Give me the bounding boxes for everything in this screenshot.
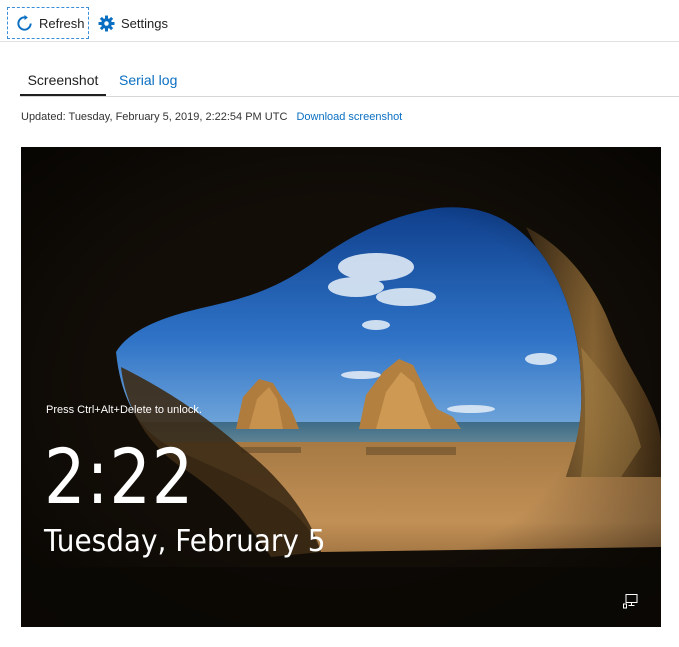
refresh-button[interactable]: Refresh [7,7,89,39]
tab-screenshot[interactable]: Screenshot [20,72,106,96]
tab-bar: Screenshot Serial log [20,66,679,97]
download-screenshot-link[interactable]: Download screenshot [296,111,402,123]
network-icon [623,593,639,609]
toolbar: Refresh Settings [0,4,679,42]
unlock-prompt: Press Ctrl+Alt+Delete to unlock. [46,404,202,416]
lock-date: Tuesday, February 5 [44,524,326,559]
updated-line: Updated: Tuesday, February 5, 2019, 2:22… [21,111,402,123]
vm-screenshot: Press Ctrl+Alt+Delete to unlock. 2:22 Tu… [21,147,661,627]
refresh-icon [16,14,33,32]
settings-button[interactable]: Settings [98,7,168,39]
refresh-label: Refresh [39,15,85,31]
updated-timestamp: Updated: Tuesday, February 5, 2019, 2:22… [21,111,288,123]
gear-icon [98,15,115,32]
settings-label: Settings [121,15,168,31]
tab-serial-log[interactable]: Serial log [119,72,177,88]
lock-clock: 2:22 [44,432,195,521]
